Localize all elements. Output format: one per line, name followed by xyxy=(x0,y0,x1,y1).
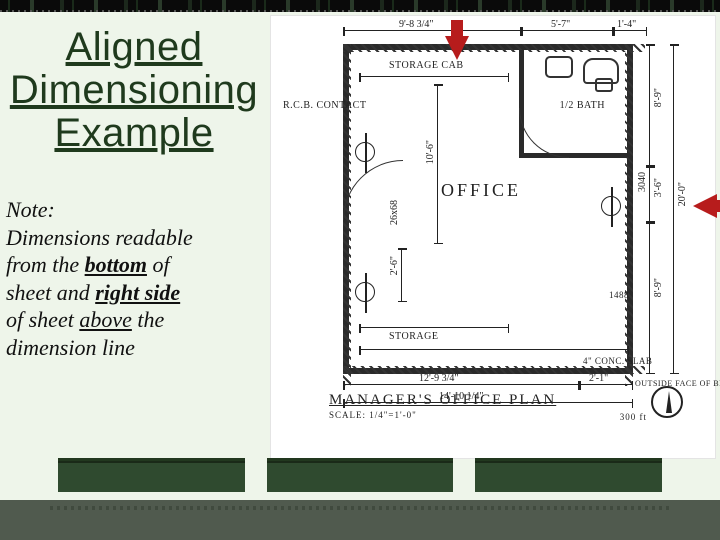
north-arrow-icon xyxy=(651,386,683,418)
footer-bar xyxy=(58,458,245,492)
dim-text: 10'-6" xyxy=(425,140,436,164)
shelf-line xyxy=(359,76,509,77)
toilet-icon xyxy=(583,58,619,84)
dim-line xyxy=(343,30,521,31)
plan-scale: SCALE: 1/4"=1'-0" xyxy=(329,410,417,420)
storage2-label: STORAGE xyxy=(389,331,438,342)
contact-label: R.C.B. CONTACT xyxy=(283,100,339,111)
footer-bars xyxy=(0,452,720,500)
note-text: of sheet xyxy=(6,307,79,332)
dim-text: 1'-4" xyxy=(617,19,636,30)
note-emph-bottom: bottom xyxy=(85,252,147,277)
note-emph-above: above xyxy=(79,307,132,332)
note-prefix: Note: xyxy=(6,197,55,222)
dim-text: 20'-0" xyxy=(677,182,688,206)
slab-label: 4" CONC. SLAB xyxy=(583,356,653,366)
slide-title: Aligned Dimensioning Example xyxy=(8,26,260,156)
room-label: OFFICE xyxy=(441,180,521,201)
decorative-top-border xyxy=(0,0,720,12)
ceiling-symbol-icon xyxy=(601,196,621,216)
floorplan-image: 9'-8 3/4" 5'-7" 1'-4" 1/2 BATH STORAGE C… xyxy=(270,15,716,459)
dim-line xyxy=(437,84,438,244)
dim-text: 2'-1" xyxy=(589,373,608,384)
door-swing-icon xyxy=(519,108,569,158)
note-text: dimension line xyxy=(6,335,135,360)
sink-icon xyxy=(545,56,573,78)
dim-text: 12'-9 3/4" xyxy=(419,373,459,384)
decorative-bottom-strip xyxy=(0,500,720,540)
plan-title: MANAGER'S OFFICE PLAN xyxy=(329,392,556,408)
floor-line xyxy=(359,349,629,350)
dim-line xyxy=(579,384,633,385)
note-text: sheet and xyxy=(6,280,95,305)
dim-line xyxy=(673,44,674,374)
note-text: from the xyxy=(6,252,85,277)
pointer-arrow-left-icon xyxy=(693,194,717,218)
window-label: 1488 xyxy=(609,290,629,300)
footer-bar xyxy=(267,458,454,492)
dim-line xyxy=(613,30,647,31)
note-text: of xyxy=(147,252,170,277)
ceiling-symbol-icon xyxy=(355,282,375,302)
room-outline: 1/2 BATH STORAGE CAB OFFICE 10'-6" 2'-6"… xyxy=(343,44,633,374)
dim-text: 26x68 xyxy=(389,200,400,225)
storage-label: STORAGE CAB xyxy=(389,60,464,71)
note-text: the xyxy=(132,307,164,332)
dim-text: 5'-7" xyxy=(551,19,570,30)
dim-text: 8'-9" xyxy=(653,278,664,297)
bath-label: 1/2 BATH xyxy=(560,100,605,111)
shelf-line xyxy=(359,327,509,328)
dim-line xyxy=(649,44,650,166)
dim-text: 3040 xyxy=(637,172,648,192)
dim-text: 2'-6" xyxy=(389,256,400,275)
dim-line xyxy=(521,30,613,31)
note-emph-rightside: right side xyxy=(95,280,180,305)
dim-text: 8'-9" xyxy=(653,88,664,107)
plan-title-row: MANAGER'S OFFICE PLAN SCALE: 1/4"=1'-0" … xyxy=(329,392,687,422)
dim-line xyxy=(649,222,650,374)
dim-line xyxy=(401,248,402,302)
dim-line xyxy=(343,384,579,385)
pointer-arrow-down-icon xyxy=(445,36,469,60)
sheet-ref: 300 ft xyxy=(620,412,647,422)
dim-text: 9'-8 3/4" xyxy=(399,19,434,30)
note-text: Dimensions readable xyxy=(6,225,193,250)
slide-body: Aligned Dimensioning Example Note: Dimen… xyxy=(0,12,720,500)
slide-note: Note: Dimensions readable from the botto… xyxy=(6,196,256,361)
footer-bar xyxy=(475,458,662,492)
ceiling-symbol-icon xyxy=(355,142,375,162)
dim-line xyxy=(649,166,650,222)
dim-text: 3'-6" xyxy=(653,178,664,197)
blueprint: 9'-8 3/4" 5'-7" 1'-4" 1/2 BATH STORAGE C… xyxy=(289,22,697,428)
